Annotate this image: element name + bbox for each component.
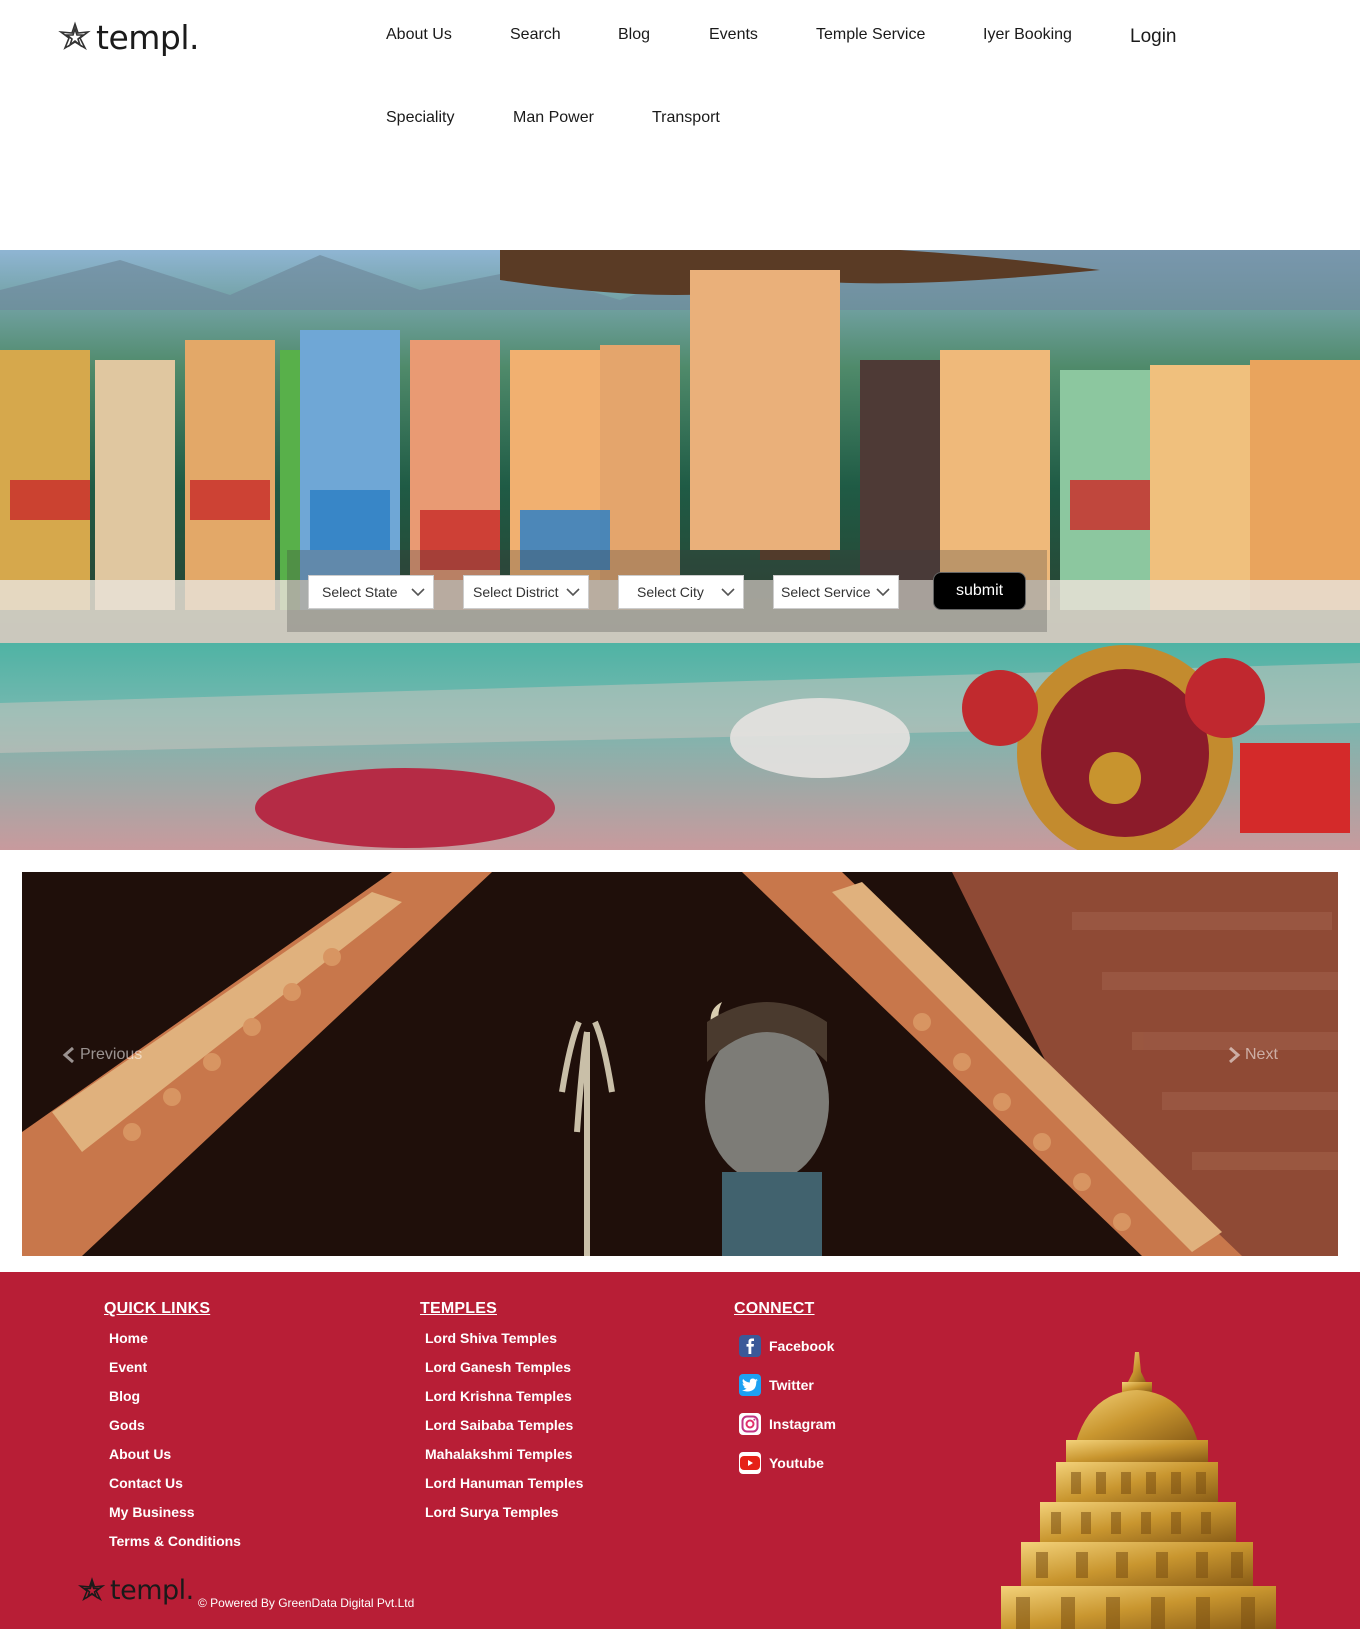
nav-login[interactable]: Login [1130,26,1177,48]
link-terms[interactable]: Terms & Conditions [109,1532,241,1561]
carousel-shiva-image [22,872,1338,1256]
logo-text: templ. [96,18,200,57]
nav-events[interactable]: Events [709,26,758,44]
logo-star-icon [58,20,91,50]
link-ganesh-temples[interactable]: Lord Ganesh Temples [425,1358,583,1387]
twitter-icon [739,1373,761,1396]
link-shiva-temples[interactable]: Lord Shiva Temples [425,1329,583,1358]
link-saibaba-temples[interactable]: Lord Saibaba Temples [425,1416,583,1445]
temples-column: TEMPLES Lord Shiva Temples Lord Ganesh T… [420,1300,583,1532]
link-about-us[interactable]: About Us [109,1445,241,1474]
facebook-icon [739,1334,761,1357]
social-facebook[interactable]: Facebook [739,1326,836,1365]
logo[interactable]: templ. [58,18,200,57]
youtube-icon [739,1451,761,1474]
link-event[interactable]: Event [109,1358,241,1387]
chevron-down-icon [411,588,425,597]
footer-logo[interactable]: templ. [78,1575,194,1606]
temples-list: Lord Shiva Temples Lord Ganesh Temples L… [425,1329,583,1532]
quick-links-heading[interactable]: QUICK LINKS [104,1300,241,1318]
link-home[interactable]: Home [109,1329,241,1358]
hero-banner: Select State Select District Select City… [0,250,1360,850]
chevron-left-icon [62,1047,74,1063]
connect-column: CONNECT Facebook Twitter Instagram Youtu… [734,1300,836,1482]
copyright-text: © Powered By GreenData Digital Pvt.Ltd [198,1596,415,1610]
nav-search[interactable]: Search [510,26,561,44]
connect-heading[interactable]: CONNECT [734,1300,836,1318]
nav-about-us[interactable]: About Us [386,26,452,44]
instagram-icon [739,1412,761,1435]
city-select[interactable]: Select City [618,575,744,609]
nav-man-power[interactable]: Man Power [513,109,594,127]
quick-links-list: Home Event Blog Gods About Us Contact Us… [109,1329,241,1561]
social-instagram[interactable]: Instagram [739,1404,836,1443]
hero-puja-image [0,643,1360,850]
link-gods[interactable]: Gods [109,1416,241,1445]
carousel-next[interactable]: Next [1227,1046,1278,1064]
social-twitter[interactable]: Twitter [739,1365,836,1404]
state-select[interactable]: Select State [308,575,434,609]
link-contact-us[interactable]: Contact Us [109,1474,241,1503]
site-header: templ. About Us Search Blog Events Templ… [0,0,1360,250]
site-footer: QUICK LINKS Home Event Blog Gods About U… [0,1272,1360,1629]
social-youtube[interactable]: Youtube [739,1443,836,1482]
nav-blog[interactable]: Blog [618,26,650,44]
district-select[interactable]: Select District [463,575,589,609]
chevron-right-icon [1229,1047,1241,1063]
temples-heading[interactable]: TEMPLES [420,1300,583,1318]
chevron-down-icon [721,588,735,597]
link-hanuman-temples[interactable]: Lord Hanuman Temples [425,1474,583,1503]
link-surya-temples[interactable]: Lord Surya Temples [425,1503,583,1532]
link-blog[interactable]: Blog [109,1387,241,1416]
logo-star-icon [78,1576,106,1601]
footer-logo-text: templ. [110,1575,194,1606]
social-list: Facebook Twitter Instagram Youtube [739,1326,836,1482]
carousel-previous[interactable]: Previous [62,1046,142,1064]
service-select[interactable]: Select Service [773,575,899,609]
link-mahalakshmi-temples[interactable]: Mahalakshmi Temples [425,1445,583,1474]
chevron-down-icon [876,588,890,597]
nav-speciality[interactable]: Speciality [386,109,454,127]
nav-transport[interactable]: Transport [652,109,720,127]
image-carousel: Previous Next [22,872,1338,1256]
chevron-down-icon [566,588,580,597]
nav-iyer-booking[interactable]: Iyer Booking [983,26,1072,44]
submit-button[interactable]: submit [933,572,1026,610]
link-krishna-temples[interactable]: Lord Krishna Temples [425,1387,583,1416]
quick-links-column: QUICK LINKS Home Event Blog Gods About U… [104,1300,241,1561]
temple-gopuram-image [1001,1352,1276,1629]
link-my-business[interactable]: My Business [109,1503,241,1532]
nav-temple-service[interactable]: Temple Service [816,26,925,44]
